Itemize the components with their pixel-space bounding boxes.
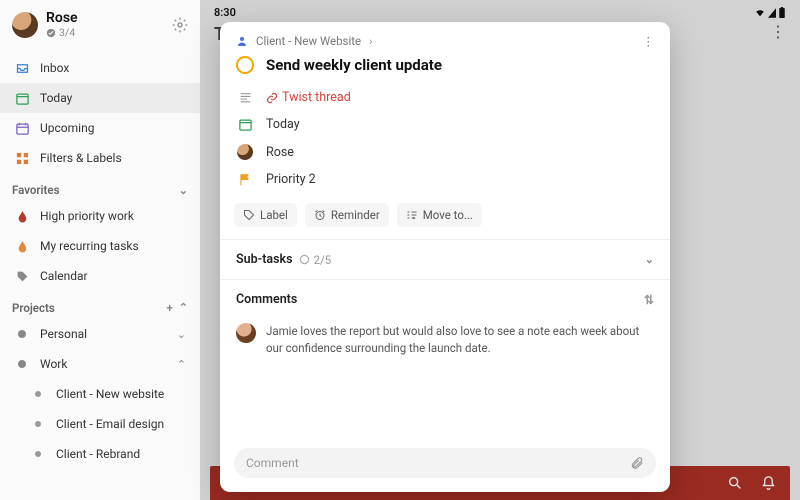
tag-icon <box>14 268 30 284</box>
comments-section[interactable]: Comments ⇅ <box>220 280 670 319</box>
project-work-child-2[interactable]: Client - Rebrand <box>0 439 200 469</box>
calendar-icon <box>236 117 254 132</box>
project-personal[interactable]: Personal ⌄ <box>0 319 200 349</box>
nav-upcoming[interactable]: Upcoming <box>0 113 200 143</box>
inbox-icon <box>14 60 30 76</box>
nav-filters-label: Filters & Labels <box>40 151 122 165</box>
project-work-child-0[interactable]: Client - New website <box>0 379 200 409</box>
favorite-item-recurring[interactable]: My recurring tasks <box>0 231 200 261</box>
settings-icon[interactable] <box>172 17 188 33</box>
clock-icon <box>314 209 326 221</box>
move-icon <box>406 209 418 221</box>
task-modal: Client - New Website › ⋮ Send weekly cli… <box>220 22 670 492</box>
comment-item: Jamie loves the report but would also lo… <box>220 319 670 366</box>
modal-breadcrumb: Client - New Website › ⋮ <box>220 22 670 54</box>
task-title-row: Send weekly client update <box>220 54 670 84</box>
project-dot-icon <box>35 391 41 397</box>
projects-header[interactable]: Projects + ⌃ <box>0 291 200 319</box>
chevron-down-icon: ⌄ <box>179 184 188 197</box>
task-date-row[interactable]: Today <box>220 111 670 138</box>
expand-icon[interactable]: ⇅ <box>644 293 654 307</box>
label-button[interactable]: Label <box>234 203 297 227</box>
nav-today-label: Today <box>40 91 72 105</box>
subtasks-label: Sub-tasks <box>236 252 293 267</box>
twist-link[interactable]: Twist thread <box>266 90 351 105</box>
tag-icon <box>243 209 255 221</box>
move-button[interactable]: Move to... <box>397 203 482 227</box>
reminder-button[interactable]: Reminder <box>305 203 389 227</box>
plus-icon[interactable]: + <box>166 301 172 315</box>
project-work[interactable]: Work ⌃ <box>0 349 200 379</box>
comment-body: Jamie loves the report but would also lo… <box>266 323 654 356</box>
favorite-item-high-priority[interactable]: High priority work <box>0 201 200 231</box>
subtasks-section[interactable]: Sub-tasks 2/5 ⌄ <box>220 240 670 279</box>
comment-placeholder: Comment <box>246 456 299 470</box>
comment-composer: Comment <box>220 438 670 492</box>
project-dot-icon <box>18 330 26 338</box>
nav-today[interactable]: Today <box>0 83 200 113</box>
sidebar-header: Rose 3/4 <box>0 0 200 43</box>
drop-icon <box>14 208 30 224</box>
nav-filters[interactable]: Filters & Labels <box>0 143 200 173</box>
progress-icon <box>299 254 310 265</box>
attachment-icon[interactable] <box>630 456 644 470</box>
calendar-today-icon <box>14 90 30 106</box>
chevron-down-icon: ⌄ <box>177 328 186 341</box>
drop-icon <box>14 238 30 254</box>
kebab-icon[interactable]: ⋮ <box>643 34 655 48</box>
user-avatar[interactable] <box>12 12 38 38</box>
task-priority-label: Priority 2 <box>266 172 316 187</box>
comment-input[interactable]: Comment <box>234 448 656 478</box>
link-icon <box>266 92 278 104</box>
chevron-up-icon[interactable]: ⌃ <box>179 301 188 315</box>
chevron-down-icon: ⌄ <box>645 253 654 266</box>
description-icon <box>236 91 254 104</box>
project-dot-icon <box>35 451 41 457</box>
project-dot-icon <box>35 421 41 427</box>
favorites-header[interactable]: Favorites ⌄ <box>0 173 200 201</box>
task-checkbox[interactable] <box>236 56 254 74</box>
project-dot-icon <box>18 360 26 368</box>
task-description-row[interactable]: Twist thread <box>220 84 670 111</box>
chevron-right-icon: › <box>369 35 372 48</box>
chevron-up-icon: ⌃ <box>177 358 186 371</box>
nav-inbox-label: Inbox <box>40 61 69 75</box>
nav-upcoming-label: Upcoming <box>40 121 94 135</box>
task-actions: Label Reminder Move to... <box>220 193 670 239</box>
user-progress: 3/4 <box>46 26 164 39</box>
task-assignee-label: Rose <box>266 145 294 160</box>
task-assignee-row[interactable]: Rose <box>220 138 670 166</box>
user-name: Rose <box>46 10 164 26</box>
breadcrumb-link[interactable]: Client - New Website <box>256 34 361 48</box>
comment-avatar <box>236 323 256 343</box>
nav-inbox[interactable]: Inbox <box>0 53 200 83</box>
comments-label: Comments <box>236 292 297 307</box>
calendar-upcoming-icon <box>14 120 30 136</box>
nav-main: Inbox Today Upcoming Filters & Labels <box>0 53 200 173</box>
person-icon <box>236 35 248 47</box>
assignee-avatar <box>237 144 253 160</box>
task-title[interactable]: Send weekly client update <box>266 56 442 74</box>
task-priority-row[interactable]: Priority 2 <box>220 166 670 193</box>
verified-icon <box>46 28 56 38</box>
task-date-label: Today <box>266 117 300 132</box>
project-work-child-1[interactable]: Client - Email design <box>0 409 200 439</box>
flag-icon <box>236 173 254 187</box>
favorite-item-calendar[interactable]: Calendar <box>0 261 200 291</box>
grid-icon <box>14 150 30 166</box>
sidebar: Rose 3/4 Inbox Today Upcoming <box>0 0 200 500</box>
